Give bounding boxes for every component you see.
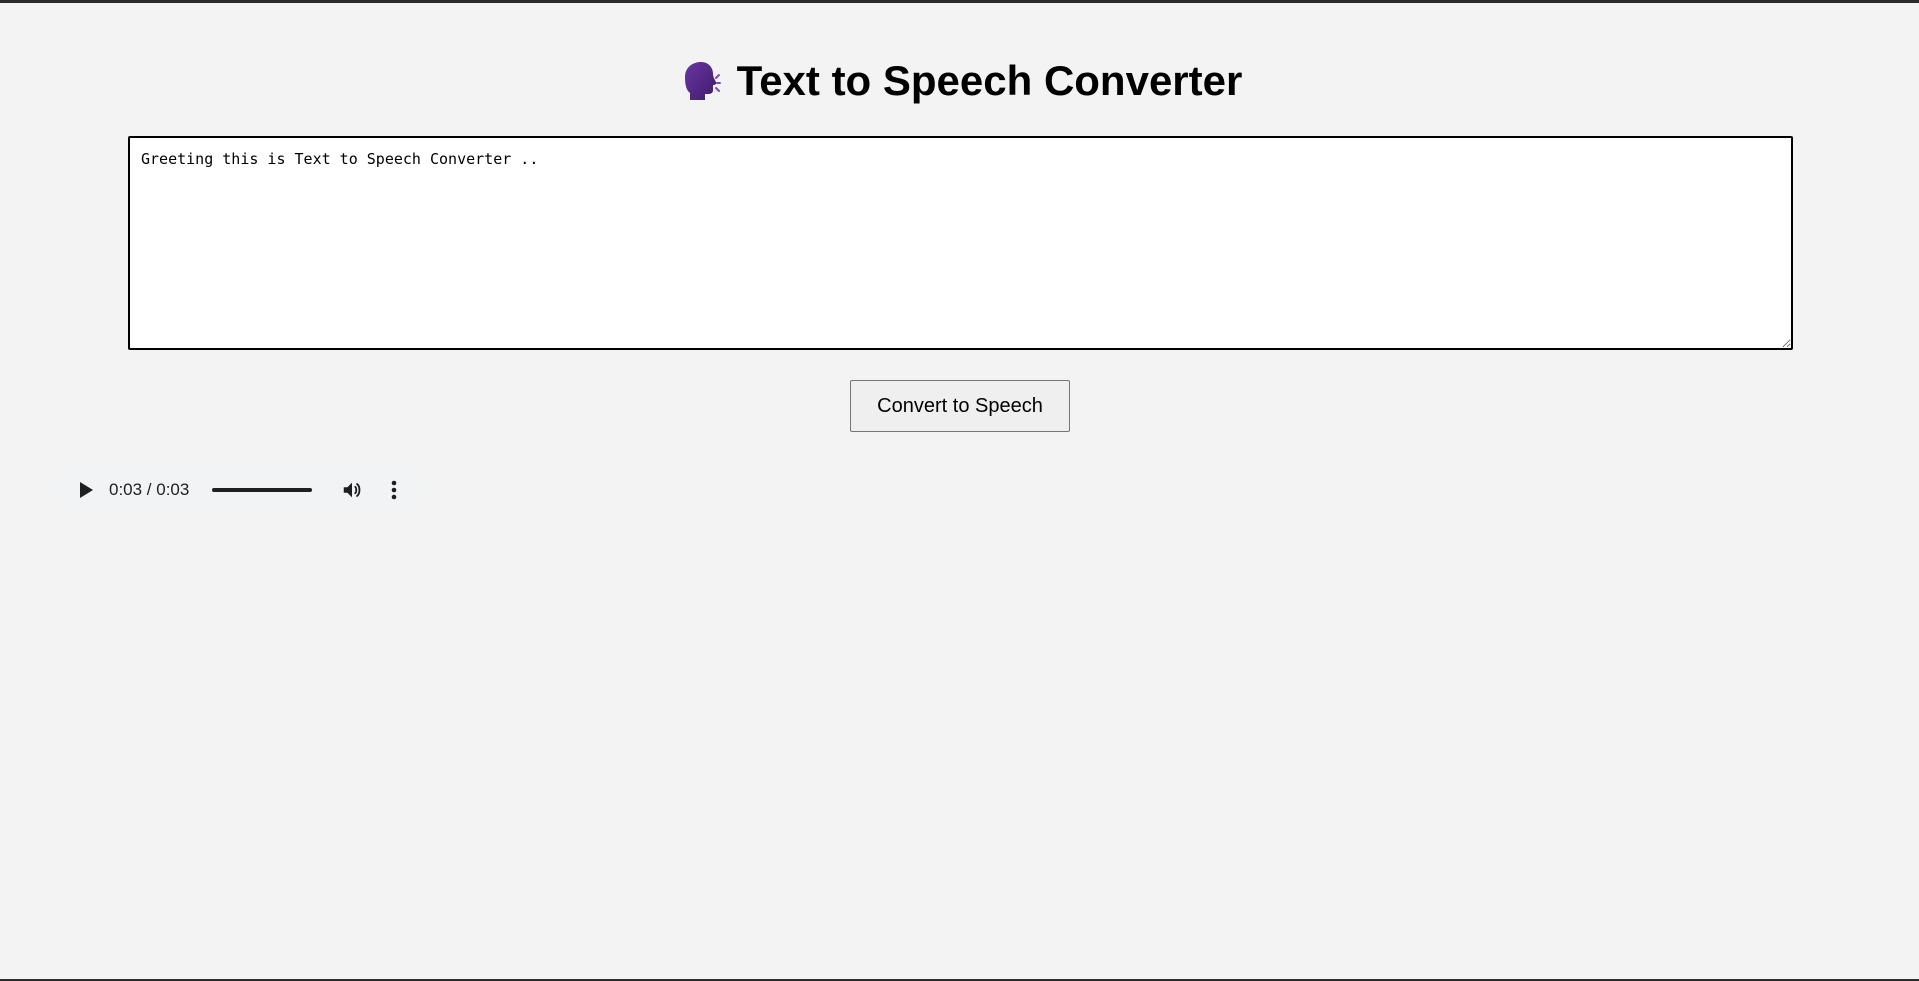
volume-icon[interactable] — [340, 478, 364, 502]
audio-time-display: 0:03 / 0:03 — [109, 480, 190, 499]
title-group: Text to Speech Converter — [677, 57, 1243, 104]
audio-seek-bar[interactable] — [212, 488, 312, 492]
text-input-container — [128, 136, 1793, 350]
audio-seek-progress — [212, 488, 312, 492]
convert-to-speech-button[interactable]: Convert to Speech — [850, 380, 1070, 432]
text-input[interactable] — [128, 136, 1793, 350]
audio-player: 0:03 / 0:03 — [54, 462, 424, 518]
play-icon[interactable] — [75, 479, 97, 501]
page-title: Text to Speech Converter — [736, 57, 1243, 104]
speaking-head-icon — [677, 59, 721, 103]
more-vertical-icon[interactable] — [382, 478, 406, 502]
header: Text to Speech Converter — [0, 59, 1919, 108]
